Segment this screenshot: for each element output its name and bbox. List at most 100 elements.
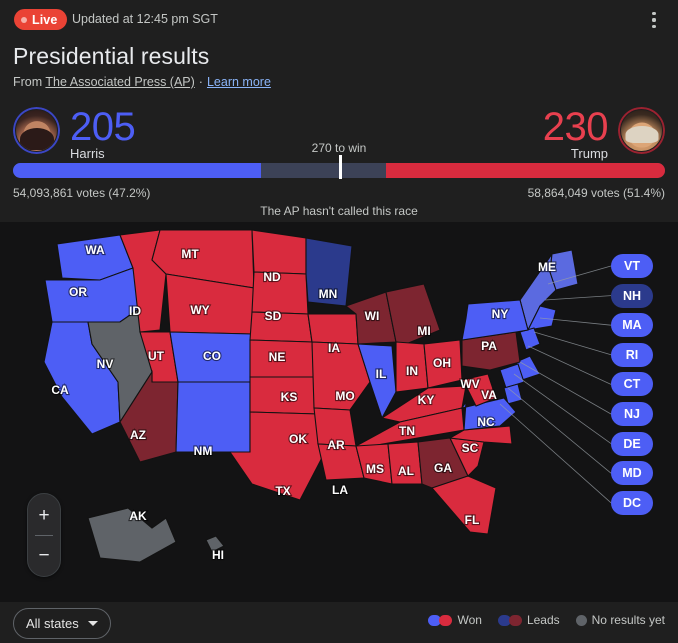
map-state-label-nd: ND: [263, 270, 281, 284]
callout-line-ct: [527, 345, 612, 385]
map-state-label-ia: IA: [328, 341, 340, 355]
map-state-label-in: IN: [406, 364, 418, 378]
map-state-label-tn: TN: [399, 424, 415, 438]
map-state-label-ca: CA: [51, 383, 69, 397]
state-pill-vt[interactable]: VT: [611, 254, 653, 278]
map-state-label-hi: HI: [212, 548, 224, 562]
map-state-label-sd: SD: [265, 309, 282, 323]
source-attribution: From The Associated Press (AP) · Learn mor…: [13, 75, 271, 89]
us-map-svg: WA OR CA NV ID MT WY UT AZ NM CO ND SD NE KS OK TX MN IA MO…: [43, 229, 612, 563]
zoom-out-button[interactable]: −: [30, 541, 58, 569]
map-state-label-tx: TX: [275, 484, 290, 498]
live-badge: Live: [14, 9, 68, 30]
map-state-label-ky: KY: [418, 393, 435, 407]
map-state-nd[interactable]: [251, 229, 307, 275]
legend-swatch-icon: [497, 614, 522, 626]
legend-item-no-results-yet: No results yet: [575, 613, 665, 627]
legend-item-leads: Leads: [497, 613, 560, 627]
trump-vote-count: 58,864,049 votes (51.4%): [527, 186, 665, 200]
map-state-label-wv: WV: [460, 377, 479, 391]
map-state-label-ny: NY: [492, 307, 509, 321]
threshold-label: 270 to win: [311, 141, 367, 155]
page-title: Presidential results: [13, 43, 210, 69]
map-state-label-wa: WA: [85, 243, 105, 257]
map-state-label-sc: SC: [462, 441, 479, 455]
map-state-label-mn: MN: [319, 287, 338, 301]
live-label: Live: [32, 12, 58, 27]
state-pill-ma[interactable]: MA: [611, 313, 653, 338]
us-map[interactable]: WA OR CA NV ID MT WY UT AZ NM CO ND SD NE KS OK TX MN IA MO…: [0, 222, 678, 602]
state-pill-dc[interactable]: DC: [611, 490, 653, 515]
map-state-label-mi: MI: [417, 324, 430, 338]
map-state-label-mo: MO: [335, 389, 354, 403]
map-zoom-controls[interactable]: + −: [27, 493, 61, 577]
harris-bar-segment: [13, 163, 262, 178]
map-state-label-co: CO: [203, 349, 221, 363]
state-pill-md[interactable]: MD: [611, 461, 653, 486]
state-pill-nj[interactable]: NJ: [611, 402, 653, 426]
legend-label: Won: [457, 613, 482, 627]
map-state-label-ut: UT: [148, 349, 165, 363]
state-pill-ri[interactable]: RI: [611, 342, 653, 367]
zoom-in-button[interactable]: +: [30, 501, 58, 529]
updated-timestamp: Updated at 12:45 pm SGT: [72, 12, 218, 26]
map-state-label-ne: NE: [269, 350, 286, 364]
callout-line-md: [507, 387, 612, 474]
learn-more-link[interactable]: Learn more: [207, 75, 271, 89]
state-pill-de[interactable]: DE: [611, 431, 653, 456]
live-pulse-icon: [21, 16, 27, 23]
map-state-label-me: ME: [538, 260, 556, 274]
map-state-label-pa: PA: [481, 339, 497, 353]
state-filter-dropdown[interactable]: All states: [13, 608, 111, 639]
map-state-label-nm: NM: [194, 444, 213, 458]
map-state-label-ks: KS: [281, 390, 298, 404]
source-separator: ·: [198, 75, 203, 89]
map-state-label-id: ID: [129, 304, 141, 318]
map-state-label-oh: OH: [433, 356, 451, 370]
map-state-label-fl: FL: [465, 513, 480, 527]
map-state-label-or: OR: [69, 285, 87, 299]
map-state-label-wy: WY: [190, 303, 209, 317]
threshold-tick: [339, 155, 342, 179]
callout-line-dc: [499, 403, 612, 504]
map-state-label-az: AZ: [130, 428, 146, 442]
race-call-status: The AP hasn't called this race: [260, 204, 418, 218]
chevron-down-icon: [87, 621, 98, 626]
map-state-label-la: LA: [332, 483, 348, 497]
map-state-ia[interactable]: [307, 313, 359, 345]
callout-line-nh: [544, 295, 612, 301]
callout-line-ri: [533, 331, 612, 356]
legend-swatch-icon: [575, 614, 587, 626]
source-link[interactable]: The Associated Press (AP): [45, 75, 194, 89]
map-state-label-il: IL: [376, 367, 387, 381]
map-state-label-al: AL: [398, 464, 414, 478]
kebab-menu-icon[interactable]: [644, 10, 664, 30]
map-legend: Won Leads No results yet: [428, 613, 665, 627]
source-prefix: From: [13, 75, 43, 89]
map-state-label-ga: GA: [434, 461, 452, 475]
legend-label: No results yet: [591, 613, 665, 627]
map-state-label-nv: NV: [97, 357, 114, 371]
state-filter-label: All states: [26, 616, 79, 631]
map-state-label-ok: OK: [289, 432, 307, 446]
map-state-label-ak: AK: [129, 509, 147, 523]
map-state-label-ar: AR: [327, 438, 345, 452]
state-pill-ct[interactable]: CT: [611, 372, 653, 397]
map-state-label-va: VA: [481, 388, 497, 402]
trump-bar-segment: [386, 163, 665, 178]
map-state-label-ms: MS: [366, 462, 384, 476]
state-pill-nh[interactable]: NH: [611, 283, 653, 308]
map-state-label-mt: MT: [181, 247, 199, 261]
harris-vote-count: 54,093,861 votes (47.2%): [13, 186, 151, 200]
map-state-label-nc: NC: [477, 415, 495, 429]
legend-label: Leads: [526, 613, 560, 627]
map-state-nm[interactable]: [175, 381, 251, 453]
legend-item-won: Won: [428, 613, 482, 627]
map-state-label-wi: WI: [365, 309, 380, 323]
zoom-divider: [35, 534, 53, 536]
map-state-mi[interactable]: [385, 283, 441, 345]
electoral-map-widget: Live Updated at 12:45 pm SGT Presidentia…: [0, 0, 678, 643]
electoral-progress-bar: [13, 155, 665, 179]
legend-swatch-icon: [428, 614, 453, 626]
top-bar: Live Updated at 12:45 pm SGT: [0, 0, 678, 40]
